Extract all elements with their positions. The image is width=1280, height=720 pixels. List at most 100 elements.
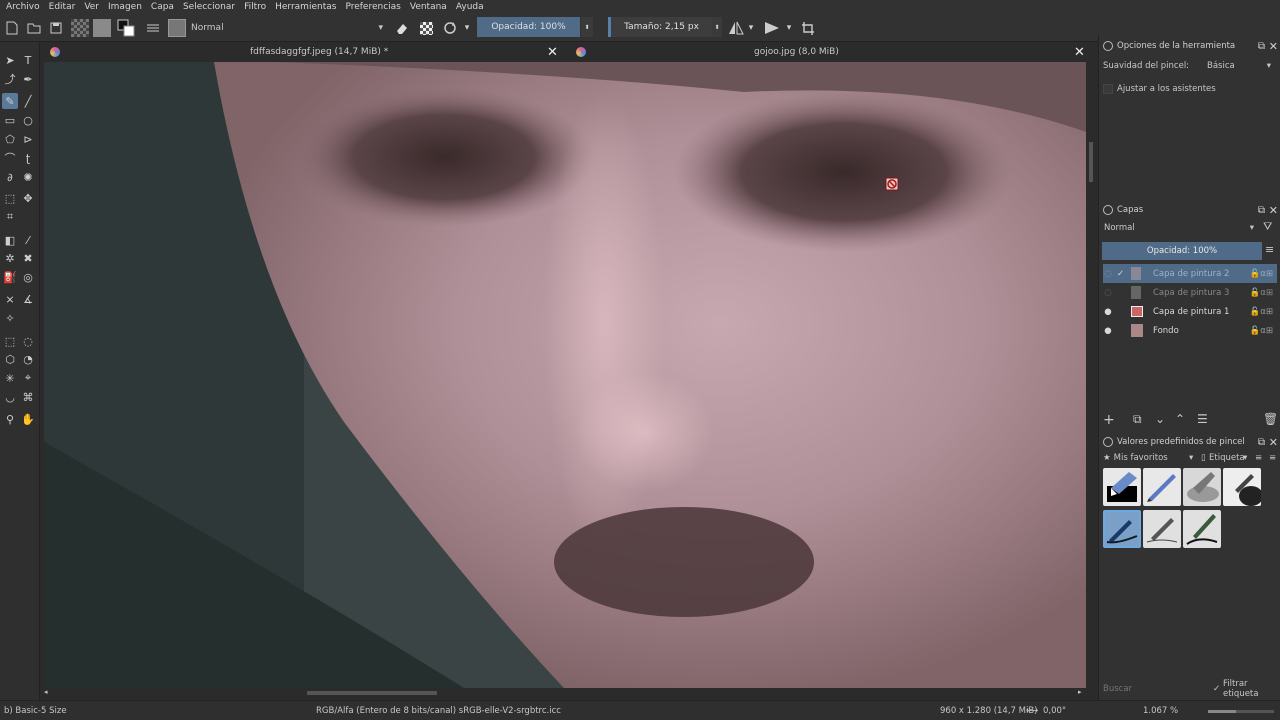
menu-capa[interactable]: Capa <box>151 2 174 12</box>
enclose-fill-icon[interactable]: ◎ <box>20 269 36 285</box>
blend-mode-select[interactable]: Normal ▾ <box>187 18 387 38</box>
bezier-tool-icon[interactable]: ⌒ <box>2 150 18 166</box>
zoom-slider[interactable] <box>1208 710 1274 713</box>
layer-blend-select[interactable]: Normal ▾ <box>1102 220 1258 236</box>
visibility-icon[interactable]: ● <box>1103 307 1113 317</box>
close-tab-icon[interactable]: ✕ <box>1074 42 1088 62</box>
similar-select-icon[interactable]: ⌖ <box>20 370 36 386</box>
menu-icon[interactable]: ≡ <box>1269 453 1276 463</box>
dynamic-brush-icon[interactable]: ∂ <box>2 169 18 185</box>
menu-imagen[interactable]: Imagen <box>108 2 142 12</box>
close-docker-icon[interactable]: ✕ <box>1269 40 1278 53</box>
move-layer-up-icon[interactable]: ⌃ <box>1175 412 1185 426</box>
select-shape-icon[interactable]: ➤ <box>2 52 18 68</box>
fill-tool-icon[interactable]: ⛽ <box>2 269 18 285</box>
filter-icon[interactable]: ⛛ <box>1263 220 1272 234</box>
delete-layer-icon[interactable]: 🗑 <box>1263 412 1278 426</box>
lock-docker-icon[interactable] <box>1103 437 1113 447</box>
menu-filtro[interactable]: Filtro <box>244 2 266 12</box>
presets-search-input[interactable] <box>1103 682 1203 696</box>
assistant-tool-icon[interactable]: ⨯ <box>2 291 18 307</box>
close-tab-icon[interactable]: ✕ <box>547 42 561 62</box>
horizontal-scroll-thumb[interactable] <box>307 691 437 695</box>
check-icon[interactable]: ✓ <box>1213 684 1220 694</box>
polygon-select-icon[interactable]: ⬡ <box>2 351 18 367</box>
move-tool-icon[interactable]: ✥ <box>20 190 36 206</box>
float-docker-icon[interactable]: ⧉ <box>1258 437 1265 448</box>
menu-editar[interactable]: Editar <box>49 2 76 12</box>
move-layer-down-icon[interactable]: ⌄ <box>1155 412 1165 426</box>
chevron-down-icon[interactable]: ▾ <box>746 18 756 38</box>
layer-opacity-slider[interactable]: Opacidad: 100% <box>1102 242 1262 260</box>
opacity-spinner[interactable]: ⬍ <box>581 17 593 37</box>
tag-select[interactable]: Etiqueta <box>1209 453 1245 463</box>
layer-row[interactable]: ● Capa de pintura 1 🔓α⊞ <box>1103 302 1277 321</box>
chevron-down-icon[interactable]: ▾ <box>784 18 794 38</box>
close-docker-icon[interactable]: ✕ <box>1269 204 1278 217</box>
chevron-down-icon[interactable]: ▾ <box>1243 453 1247 463</box>
brush-preset-airbrush[interactable] <box>1183 468 1221 506</box>
new-document-icon[interactable] <box>4 18 20 38</box>
list-view-icon[interactable]: ≡ <box>1255 453 1262 463</box>
text-tool-icon[interactable]: T <box>20 52 36 68</box>
layers-stack-icon[interactable] <box>144 18 162 38</box>
reference-tool-icon[interactable]: ✧ <box>2 310 18 326</box>
brush-preset-basic-5[interactable] <box>1103 510 1141 548</box>
smart-patch-icon[interactable]: ✖ <box>20 250 36 266</box>
brush-preset-eraser[interactable] <box>1103 468 1141 506</box>
outline-select-icon[interactable]: ◔ <box>20 351 36 367</box>
float-docker-icon[interactable]: ⧉ <box>1258 205 1265 216</box>
pattern-swatch[interactable] <box>92 18 112 38</box>
open-folder-icon[interactable] <box>26 18 42 38</box>
menu-herramientas[interactable]: Herramientas <box>275 2 336 12</box>
chevron-down-icon[interactable]: ▾ <box>462 18 472 38</box>
size-slider[interactable]: Tamaño: 2,15 px <box>608 17 712 37</box>
edit-shapes-icon[interactable]: ⤴ <box>2 71 18 87</box>
layer-lock-icon[interactable]: 🔓α⊞ <box>1250 307 1273 317</box>
menu-seleccionar[interactable]: Seleccionar <box>183 2 235 12</box>
layer-lock-icon[interactable]: 🔓α⊞ <box>1250 269 1273 279</box>
line-tool-icon[interactable]: ╱ <box>20 93 36 109</box>
color-picker-icon[interactable]: ⁄ <box>20 232 36 248</box>
rotate-icon[interactable]: ⟷ <box>1026 706 1038 716</box>
tab-document-2[interactable]: gojoo.jpg (8,0 MiB) <box>576 42 1056 62</box>
check-icon[interactable]: ✓ <box>1117 269 1127 279</box>
layer-properties-icon[interactable]: ☰ <box>1197 412 1208 426</box>
lock-docker-icon[interactable] <box>1103 41 1113 51</box>
visibility-icon[interactable]: ◌ <box>1103 288 1113 298</box>
chevron-down-icon[interactable]: ▾ <box>1189 453 1193 463</box>
duplicate-layer-icon[interactable]: ⧉ <box>1133 412 1142 427</box>
rect-select-icon[interactable]: ⬚ <box>2 333 18 349</box>
wrap-around-icon[interactable] <box>800 18 816 38</box>
layer-row[interactable]: ◌ Capa de pintura 3 🔓α⊞ <box>1103 283 1277 302</box>
scroll-right-icon[interactable]: ▸ <box>1078 688 1082 696</box>
vertical-scroll-thumb[interactable] <box>1089 142 1093 182</box>
multibrush-icon[interactable]: ✺ <box>20 169 36 185</box>
visibility-icon[interactable]: ◌ <box>1103 269 1113 279</box>
gradient-tool-icon[interactable]: ◧ <box>2 232 18 248</box>
brush-preset-brush-pen[interactable] <box>1183 510 1221 548</box>
save-icon[interactable] <box>48 18 64 38</box>
menu-ver[interactable]: Ver <box>84 2 99 12</box>
canvas-area[interactable] <box>44 62 1086 688</box>
eraser-icon[interactable] <box>394 18 410 38</box>
magnetic-select-icon[interactable]: ⌘ <box>20 389 36 405</box>
assistants-checkbox[interactable] <box>1103 84 1113 94</box>
bezier-select-icon[interactable]: ◡ <box>2 389 18 405</box>
rectangle-tool-icon[interactable]: ▭ <box>2 112 18 128</box>
polyline-tool-icon[interactable]: ⊳ <box>20 131 36 147</box>
brush-preset-pencil[interactable] <box>1143 468 1181 506</box>
size-spinner[interactable]: ⬍ <box>712 17 722 37</box>
brush-preset-icon[interactable] <box>167 18 187 38</box>
contiguous-select-icon[interactable]: ✳ <box>2 370 18 386</box>
layer-lock-icon[interactable]: 🔓α⊞ <box>1250 288 1273 298</box>
color-selector-icon[interactable] <box>116 18 136 38</box>
crop-tool-icon[interactable]: ⌗ <box>2 209 18 225</box>
scroll-left-icon[interactable]: ◂ <box>44 688 48 696</box>
brush-preset-fineliner[interactable] <box>1143 510 1181 548</box>
float-docker-icon[interactable]: ⧉ <box>1258 41 1265 52</box>
pan-tool-icon[interactable]: ✋ <box>20 411 36 427</box>
menu-icon[interactable]: ≡ <box>1265 243 1274 256</box>
transparency-lock-icon[interactable] <box>418 18 434 38</box>
ellipse-select-icon[interactable]: ◌ <box>20 333 36 349</box>
